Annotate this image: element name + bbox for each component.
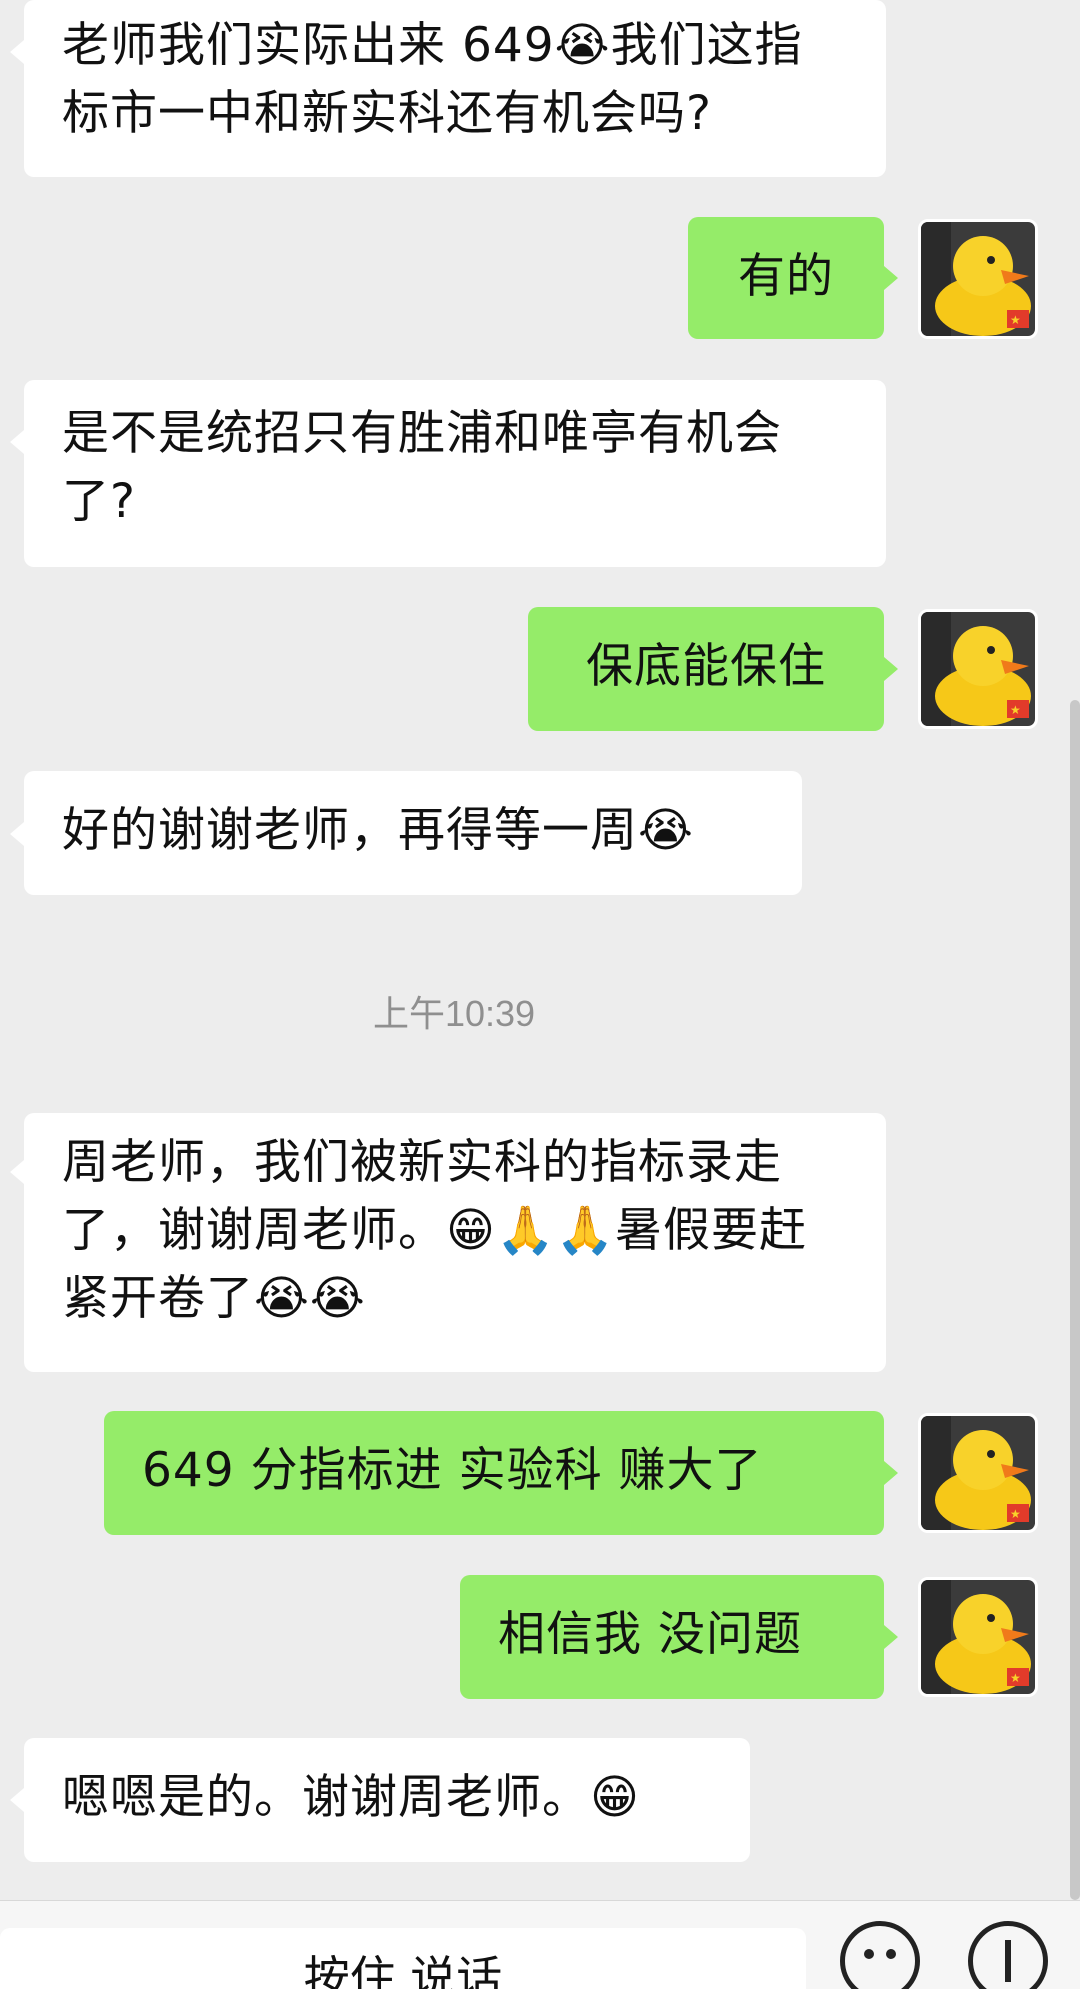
message-bubble-incoming[interactable]: 周老师，我们被新实科的指标录走了，谢谢周老师。😁🙏🙏暑假要赶紧开卷了😭😭 <box>24 1113 886 1372</box>
avatar[interactable]: ★ <box>918 1413 1038 1533</box>
message-bubble-incoming[interactable]: 是不是统招只有胜浦和唯亭有机会了? <box>24 380 886 567</box>
bubble-tail <box>884 657 898 681</box>
duck-avatar-icon: ★ <box>921 1416 1035 1530</box>
smiley-icon[interactable] <box>840 1921 920 1989</box>
message-text: 周老师，我们被新实科的指标录走了，谢谢周老师。😁🙏🙏暑假要赶紧开卷了😭😭 <box>62 1135 808 1326</box>
bubble-tail <box>10 1160 24 1184</box>
message-text: 嗯嗯是的。谢谢周老师。😁 <box>62 1770 640 1825</box>
bubble-tail <box>884 1461 898 1485</box>
hold-to-talk-button[interactable]: 按住 说话 <box>0 1928 806 1989</box>
bubble-tail <box>10 40 24 64</box>
scrollbar[interactable] <box>1070 700 1080 1900</box>
bubble-tail <box>10 1788 24 1812</box>
message-bubble-incoming[interactable]: 好的谢谢老师，再得等一周😭 <box>24 771 802 895</box>
message-text: 老师我们实际出来 649😭我们这指标市一中和新实科还有机会吗? <box>62 18 803 141</box>
duck-avatar-icon: ★ <box>921 612 1035 726</box>
avatar[interactable]: ★ <box>918 219 1038 339</box>
message-bubble-incoming[interactable]: 嗯嗯是的。谢谢周老师。😁 <box>24 1738 750 1862</box>
plus-circle-icon[interactable] <box>968 1921 1048 1989</box>
input-bar: 按住 说话 <box>0 1900 1080 1989</box>
avatar[interactable]: ★ <box>918 1577 1038 1697</box>
duck-avatar-icon: ★ <box>921 222 1035 336</box>
message-text: 是不是统招只有胜浦和唯亭有机会了? <box>62 406 782 529</box>
chat-area[interactable]: 老师我们实际出来 649😭我们这指标市一中和新实科还有机会吗? 有的 ★ 是不是… <box>0 0 1080 1900</box>
message-text: 相信我 没问题 <box>498 1607 802 1662</box>
message-text: 保底能保住 <box>586 639 826 694</box>
message-text: 649 分指标进 实验科 赚大了 <box>142 1443 763 1498</box>
duck-avatar-icon: ★ <box>921 1580 1035 1694</box>
avatar[interactable]: ★ <box>918 609 1038 729</box>
message-timestamp: 上午10:39 <box>372 993 536 1034</box>
svg-text:★: ★ <box>1010 313 1021 327</box>
bubble-tail <box>10 822 24 846</box>
message-bubble-incoming[interactable]: 老师我们实际出来 649😭我们这指标市一中和新实科还有机会吗? <box>24 0 886 177</box>
message-text: 有的 <box>738 249 834 304</box>
message-text: 好的谢谢老师，再得等一周😭 <box>62 803 694 858</box>
svg-text:★: ★ <box>1010 1507 1021 1521</box>
message-bubble-outgoing[interactable]: 相信我 没问题 <box>460 1575 884 1699</box>
message-bubble-outgoing[interactable]: 649 分指标进 实验科 赚大了 <box>104 1411 884 1535</box>
bubble-tail <box>10 430 24 454</box>
message-bubble-outgoing[interactable]: 保底能保住 <box>528 607 884 731</box>
bubble-tail <box>884 266 898 290</box>
svg-text:★: ★ <box>1010 1671 1021 1685</box>
bubble-tail <box>884 1625 898 1649</box>
message-bubble-outgoing[interactable]: 有的 <box>688 217 884 339</box>
svg-text:★: ★ <box>1010 703 1021 717</box>
